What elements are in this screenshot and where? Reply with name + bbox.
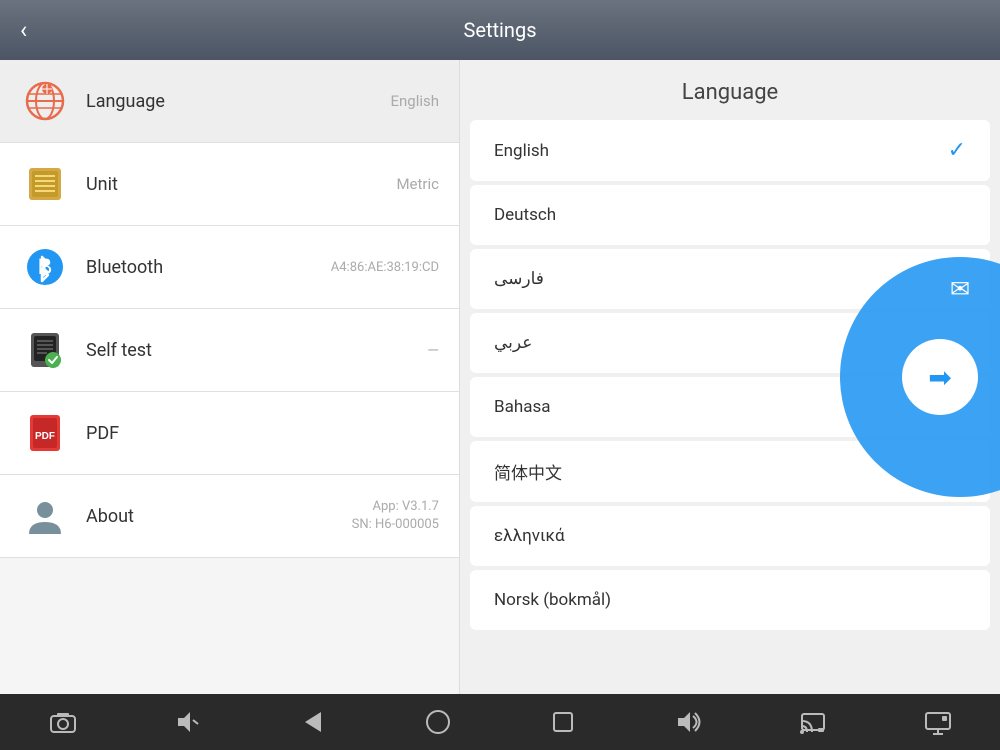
sidebar-label-about: About <box>86 506 352 527</box>
nav-camera-button[interactable] <box>37 700 89 744</box>
settings-sidebar: Language English Unit Metric <box>0 60 460 694</box>
selftest-icon <box>20 325 70 375</box>
main-content: Language English Unit Metric <box>0 60 1000 694</box>
nav-home-button[interactable] <box>412 700 464 744</box>
language-item-greek[interactable]: ελληνικά <box>470 506 990 566</box>
sidebar-item-pdf[interactable]: PDF PDF <box>0 392 459 475</box>
sidebar-label-selftest: Self test <box>86 340 427 361</box>
sidebar-item-selftest[interactable]: Self test — <box>0 309 459 392</box>
sidebar-item-language[interactable]: Language English <box>0 60 459 143</box>
header-title: Settings <box>463 18 536 42</box>
sidebar-value-unit: Metric <box>396 175 439 193</box>
language-icon <box>20 76 70 126</box>
bluetooth-icon: B <box>20 242 70 292</box>
nav-back-button[interactable] <box>287 700 339 744</box>
language-label-deutsch: Deutsch <box>494 205 556 225</box>
language-label-arabic: عربي <box>494 333 532 353</box>
nav-recents-button[interactable] <box>537 700 589 744</box>
language-label-chinese: 简体中文 <box>494 459 562 484</box>
language-label-norwegian: Norsk (bokmål) <box>494 590 611 610</box>
sidebar-label-unit: Unit <box>86 174 396 195</box>
nav-volume-down-button[interactable] <box>162 700 214 744</box>
sidebar-value-bluetooth: A4:86:AE:38:19:CD <box>331 260 439 275</box>
language-item-deutsch[interactable]: Deutsch <box>470 185 990 245</box>
svg-text:✉: ✉ <box>950 275 970 303</box>
radial-menu: ➡ ✉ 🎦 📷 <box>830 247 1000 507</box>
language-panel: Language English ✓ Deutsch فارسی عربي Ba… <box>460 60 1000 694</box>
sidebar-label-pdf: PDF <box>86 423 439 444</box>
nav-cast-button[interactable] <box>787 700 839 744</box>
language-label-greek: ελληνικά <box>494 526 565 546</box>
sidebar-label-language: Language <box>86 91 390 112</box>
language-label-farsi: فارسی <box>494 269 544 289</box>
app-header: ‹ Settings <box>0 0 1000 60</box>
sidebar-value-selftest: — <box>427 341 439 359</box>
language-label-bahasa: Bahasa <box>494 397 550 417</box>
svg-text:PDF: PDF <box>35 431 55 442</box>
sidebar-item-about[interactable]: About App: V3.1.7 SN: H6-000005 <box>0 475 459 558</box>
about-icon <box>20 491 70 541</box>
svg-text:➡: ➡ <box>928 361 951 394</box>
language-panel-title: Language <box>460 60 1000 120</box>
language-item-english[interactable]: English ✓ <box>470 120 990 181</box>
back-button[interactable]: ‹ <box>20 16 27 44</box>
nav-screen-button[interactable] <box>912 700 964 744</box>
bottom-navigation <box>0 694 1000 750</box>
pdf-icon: PDF <box>20 408 70 458</box>
sidebar-item-bluetooth[interactable]: B Bluetooth A4:86:AE:38:19:CD <box>0 226 459 309</box>
language-item-norwegian[interactable]: Norsk (bokmål) <box>470 570 990 630</box>
sidebar-item-unit[interactable]: Unit Metric <box>0 143 459 226</box>
nav-volume-up-button[interactable] <box>662 700 714 744</box>
sidebar-value-about: App: V3.1.7 SN: H6-000005 <box>352 498 439 534</box>
sidebar-value-language: English <box>390 92 439 110</box>
check-icon-english: ✓ <box>948 138 966 163</box>
unit-icon <box>20 159 70 209</box>
language-label-english: English <box>494 141 549 161</box>
sidebar-label-bluetooth: Bluetooth <box>86 257 331 278</box>
